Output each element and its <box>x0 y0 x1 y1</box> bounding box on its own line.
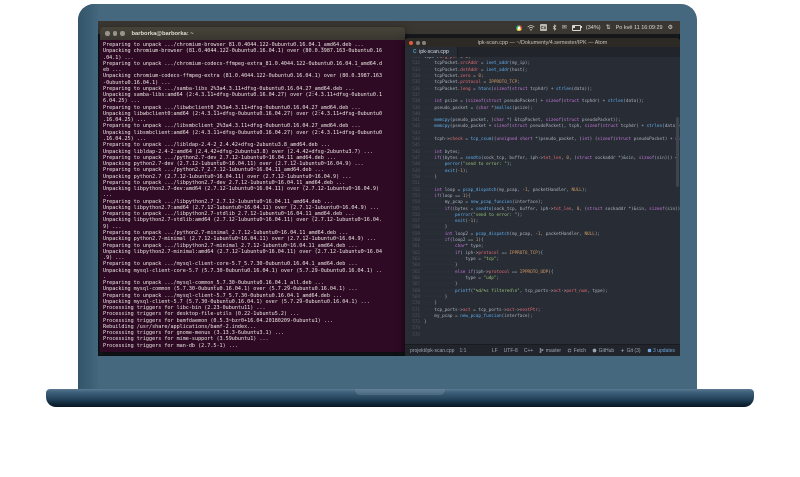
chromium-update-icon[interactable] <box>515 24 522 31</box>
status-left: projekt/ipk-scan.cpp 1:1 <box>410 348 466 354</box>
status-git-branch-label: master <box>545 347 562 354</box>
terminal-line: Unpacking libsmbclient:amd64 (2:4.3.11+d… <box>103 129 383 136</box>
status-git-branch[interactable]: master <box>539 348 561 354</box>
atom-window-title: ipk-scan.cpp — ~/Dokumenty/4.semester/IP… <box>477 39 608 46</box>
status-updates[interactable]: 3 updates <box>647 348 675 354</box>
status-line-ending[interactable]: LF <box>492 348 498 354</box>
atom-maximize-button[interactable] <box>422 40 426 45</box>
session-menu-gear-icon[interactable]: ⚙ <box>668 25 673 31</box>
mail-icon[interactable]: ✉ <box>562 25 567 31</box>
clock[interactable]: Po kvě 11 16:09:29 <box>616 25 663 31</box>
terminal-line: Unpacking libwbclient0:amd64 (2:4.3.11+d… <box>103 110 383 117</box>
status-git-fetch[interactable]: Fetch <box>567 348 586 354</box>
code-editor[interactable]: 531 532 533 534 535 536 537 538 539 540 541 542 543 5… <box>405 57 680 344</box>
tab-label: ipk-scan.cpp <box>419 49 449 55</box>
status-grammar-label: C++ <box>523 347 534 354</box>
terminal-line: Unpacking libpython2.7-minimal:amd64 (2.… <box>103 248 383 255</box>
atom-window-buttons <box>409 40 426 45</box>
wifi-icon[interactable] <box>527 24 535 31</box>
terminal-line: Preparing to unpack .../chromium-codecs-… <box>103 60 383 67</box>
git-plus-icon <box>620 348 625 353</box>
status-right: LF UTF-8 C++ master Fetch GitHub Git (3) 3 upda… <box>492 348 675 354</box>
github-icon <box>592 348 597 353</box>
code-pane: tcph->urg_ptr = 0; ····tcpPacket.srcAddr … <box>424 57 680 344</box>
cpp-file-icon: C <box>413 49 417 55</box>
line-number-gutter: 531 532 533 534 535 536 537 538 539 540 541 542 543 5… <box>405 57 424 344</box>
terminal-line: Unpacking python2.7-minimal (2.7.12-1ubu… <box>103 236 376 243</box>
battery-icon[interactable] <box>571 24 582 31</box>
atom-close-button[interactable] <box>409 40 413 45</box>
terminal-close-button[interactable] <box>105 31 110 36</box>
status-encoding[interactable]: UTF-8 <box>504 348 518 354</box>
atom-titlebar[interactable]: ipk-scan.cpp — ~/Dokumenty/4.semester/IP… <box>405 38 680 47</box>
battery-percent: (34%) <box>585 24 601 31</box>
laptop-base-notch <box>355 389 445 395</box>
editor-scrollbar[interactable] <box>676 117 679 187</box>
terminal-maximize-button[interactable] <box>120 31 125 36</box>
atom-minimize-button[interactable] <box>415 40 420 45</box>
terminal-line: Processing triggers for man-db (2.7.5-1)… <box>103 342 238 349</box>
code-line: ····int psize = (sizeof(struct pseudoPac… <box>424 99 644 105</box>
fetch-icon <box>567 348 572 353</box>
terminal-line: Unpacking mysql-client-core-5.7 (5.7.30-… <box>103 267 383 274</box>
desktop-screen: Cs ✉ (34%) ⇅ Po kvě 11 16:09:29 ⚙ barbor… <box>98 21 680 356</box>
tab-bar: C ipk-scan.cpp <box>405 47 680 57</box>
atom-window: ipk-scan.cpp — ~/Dokumenty/4.semester/IP… <box>405 38 680 356</box>
sync-icon[interactable]: ⇅ <box>606 25 611 31</box>
laptop-lid-edge <box>78 4 99 389</box>
terminal-output[interactable]: Preparing to unpack .../chromium-browser… <box>100 40 405 352</box>
terminal-line: Preparing to unpack .../libsmbclient_2%3… <box>103 123 361 130</box>
terminal-window: barborka@barborka: ~ Preparing to unpack… <box>100 27 405 352</box>
terminal-title: barborka@barborka: ~ <box>131 30 194 37</box>
status-github-label: GitHub <box>598 347 615 354</box>
status-grammar[interactable]: C++ <box>524 348 533 354</box>
git-branch-icon <box>539 348 544 353</box>
status-updates-label: 3 updates <box>653 347 675 354</box>
status-file-path[interactable]: projekt/ipk-scan.cpp <box>410 348 454 354</box>
terminal-titlebar[interactable]: barborka@barborka: ~ <box>100 27 405 40</box>
package-icon <box>647 348 652 353</box>
terminal-line: Unpacking libpython2.7-dev:amd64 (2.7.12… <box>103 186 380 193</box>
status-github[interactable]: GitHub <box>592 348 614 354</box>
terminal-line: Unpacking libpython2.7-stdlib:amd64 (2.7… <box>103 217 383 224</box>
status-git-changes[interactable]: Git (3) <box>620 347 641 354</box>
tab-ipk-scan[interactable]: C ipk-scan.cpp <box>405 47 458 57</box>
terminal-line: Preparing to unpack .../libwbclient0_2%3… <box>103 104 361 111</box>
terminal-line: Unpacking chromium-codecs-ffmpeg-extra (… <box>103 73 383 80</box>
keyboard-layout-indicator[interactable]: Cs <box>539 24 547 31</box>
status-encoding-label: UTF-8 <box>503 347 518 354</box>
laptop-mockup: Cs ✉ (34%) ⇅ Po kvě 11 16:09:29 ⚙ barbor… <box>0 0 800 477</box>
terminal-line: Unpacking samba-libs:amd64 (2:4.3.11+dfs… <box>103 92 383 99</box>
terminal-line: Unpacking chromium-browser (81.0.4044.12… <box>103 48 383 55</box>
code-line: ····tcph->check = tcp_csum((unsigned sho… <box>424 137 680 143</box>
terminal-minimize-button[interactable] <box>112 31 117 36</box>
line-number: 575 <box>412 332 420 338</box>
status-line-ending-label: LF <box>491 347 498 354</box>
status-bar: projekt/ipk-scan.cpp 1:1 LF UTF-8 C++ maste… <box>405 344 680 356</box>
status-git-fetch-label: Fetch <box>573 347 587 354</box>
status-git-changes-label: Git (3) <box>626 347 641 354</box>
bluetooth-icon[interactable] <box>552 24 557 31</box>
code-line: ····memcpy(pseudo_packet + sizeof(struct… <box>424 124 680 130</box>
terminal-line: Unpacking libldap-2.4-2:amd64 (2.4.42+df… <box>103 148 373 155</box>
status-cursor-position[interactable]: 1:1 <box>459 348 466 354</box>
